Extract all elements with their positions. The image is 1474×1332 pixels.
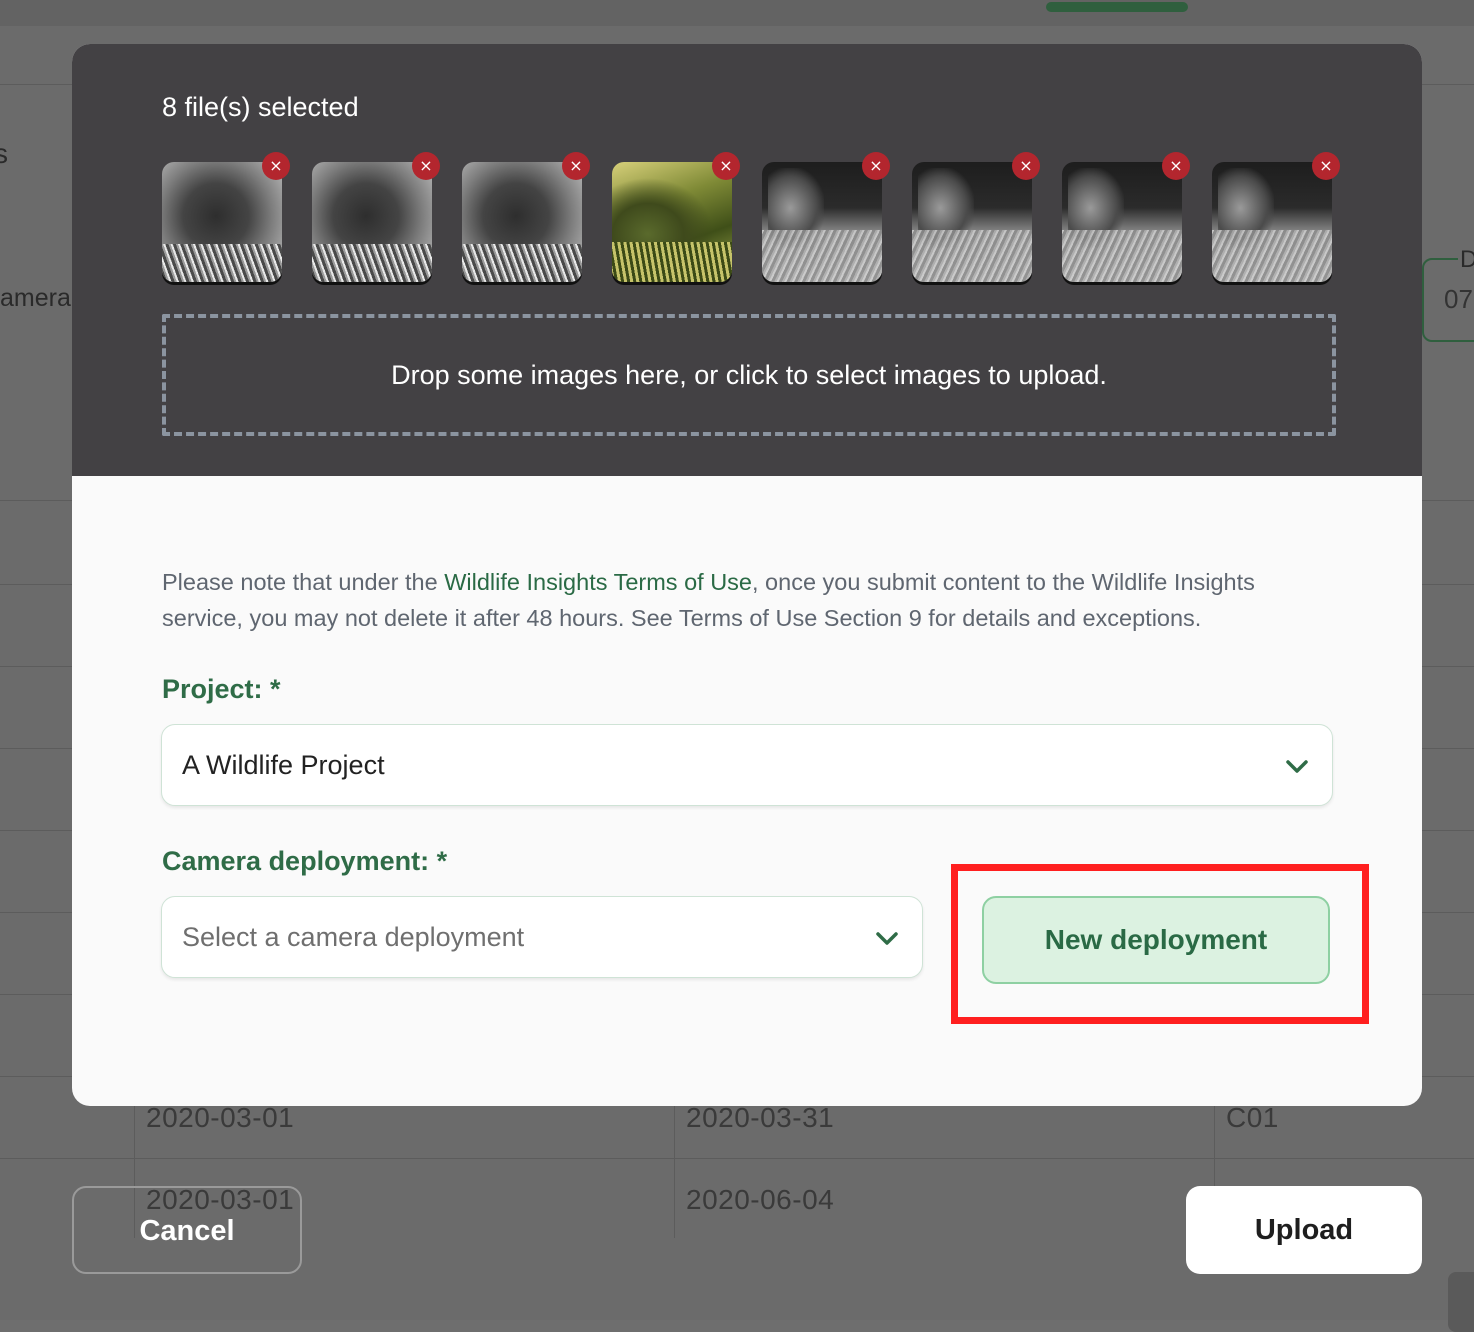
thumbnail-elephant-photo-3 <box>462 162 582 282</box>
thumbnail-night-ir-photo-3 <box>1062 162 1182 282</box>
background-table-cell: 2020-03-01 <box>146 1102 295 1133</box>
chevron-down-icon <box>1286 760 1308 773</box>
thumbnail-forest-color-photo <box>612 162 732 282</box>
background-topbar <box>0 0 1474 26</box>
background-heading-fragment: s <box>0 138 8 169</box>
chevron-down-icon <box>876 932 898 945</box>
elephant-photo-2 <box>312 162 432 282</box>
highlight-box <box>951 864 1369 1024</box>
upload-button[interactable]: Upload <box>1186 1186 1422 1274</box>
project-select-value: A Wildlife Project <box>182 749 385 780</box>
terms-notice-prefix: Please note that under the <box>162 569 445 595</box>
background-date-field-value: 07 <box>1444 284 1473 314</box>
night-ir-photo-4 <box>1212 162 1332 282</box>
thumbnail-elephant-photo-2 <box>312 162 432 282</box>
terms-of-use-link[interactable]: Wildlife Insights Terms of Use <box>444 569 752 595</box>
dropzone-text: Drop some images here, or click to selec… <box>391 359 1107 390</box>
image-dropzone[interactable]: Drop some images here, or click to selec… <box>162 314 1336 436</box>
close-icon[interactable]: × <box>1312 152 1340 180</box>
close-icon[interactable]: × <box>562 152 590 180</box>
camera-deployment-label: Camera deployment: * <box>162 846 448 876</box>
background-date-field-label: D <box>1458 246 1474 274</box>
terms-notice: Please note that under the Wildlife Insi… <box>162 564 1312 636</box>
cancel-button[interactable]: Cancel <box>72 1186 302 1274</box>
forest-color-photo <box>612 162 732 282</box>
thumbnail-elephant-photo-1 <box>162 162 282 282</box>
background-active-tab-indicator <box>1046 2 1188 12</box>
elephant-photo-3 <box>462 162 582 282</box>
background-scroll-button <box>1448 1272 1474 1332</box>
close-icon[interactable]: × <box>862 152 890 180</box>
background-table-cell: 2020-03-31 <box>686 1102 835 1133</box>
night-ir-photo-1 <box>762 162 882 282</box>
background-table-cell: C01 <box>1226 1102 1279 1133</box>
close-icon[interactable]: × <box>262 152 290 180</box>
close-icon[interactable]: × <box>412 152 440 180</box>
thumbnail-night-ir-photo-4 <box>1212 162 1332 282</box>
close-icon[interactable]: × <box>1012 152 1040 180</box>
background-column-fragment: amera <box>0 284 71 312</box>
project-label: Project: * <box>162 674 281 704</box>
thumbnail-night-ir-photo-1 <box>762 162 882 282</box>
night-ir-photo-3 <box>1062 162 1182 282</box>
close-icon[interactable]: × <box>712 152 740 180</box>
camera-deployment-placeholder: Select a camera deployment <box>182 921 525 952</box>
thumbnail-night-ir-photo-2 <box>912 162 1032 282</box>
night-ir-photo-2 <box>912 162 1032 282</box>
files-selected-count: 8 file(s) selected <box>162 92 359 122</box>
project-select[interactable]: A Wildlife Project <box>161 724 1333 806</box>
close-icon[interactable]: × <box>1162 152 1190 180</box>
elephant-photo-1 <box>162 162 282 282</box>
background-table-cell: 2020-06-04 <box>686 1184 835 1215</box>
camera-deployment-select[interactable]: Select a camera deployment <box>161 896 923 978</box>
upload-preview-area: 8 file(s) selected × × × × × × × × Drop some im… <box>72 44 1422 476</box>
